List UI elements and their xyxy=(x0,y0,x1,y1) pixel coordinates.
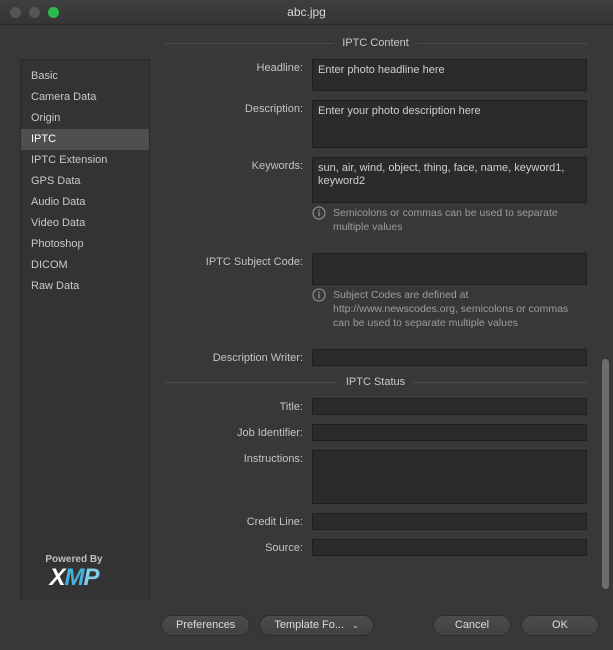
section-iptc-content-header: IPTC Content xyxy=(164,37,587,49)
sidebar-item-audio-data[interactable]: Audio Data xyxy=(21,192,149,213)
row-title: Title: xyxy=(164,398,587,415)
dialog-footer: Preferences Template Fo... ⌄ Cancel OK xyxy=(0,600,613,650)
source-input[interactable] xyxy=(312,539,587,556)
headline-input[interactable] xyxy=(312,59,587,91)
sidebar-item-raw-data[interactable]: Raw Data xyxy=(21,276,149,297)
subject-code-hint: Subject Codes are defined at http://www.… xyxy=(312,288,587,330)
headline-label: Headline: xyxy=(256,62,303,74)
subject-code-label: IPTC Subject Code: xyxy=(205,256,303,268)
sidebar-items: Basic Camera Data Origin IPTC IPTC Exten… xyxy=(21,60,149,297)
description-writer-input[interactable] xyxy=(312,349,587,366)
sidebar-item-dicom[interactable]: DICOM xyxy=(21,255,149,276)
credit-line-label: Credit Line: xyxy=(246,516,303,528)
row-headline: Headline: xyxy=(164,59,587,91)
sidebar-item-video-data[interactable]: Video Data xyxy=(21,213,149,234)
section-iptc-content: IPTC Content Headline: Description: xyxy=(164,37,587,366)
xmp-logo-m: M xyxy=(64,564,85,591)
keywords-hint: Semicolons or commas can be used to sepa… xyxy=(312,206,587,234)
chevron-down-icon: ⌄ xyxy=(352,620,359,630)
job-identifier-input[interactable] xyxy=(312,424,587,441)
keywords-hint-text: Semicolons or commas can be used to sepa… xyxy=(333,207,558,233)
row-job-identifier: Job Identifier: xyxy=(164,424,587,441)
section-iptc-status-title: IPTC Status xyxy=(345,376,406,388)
info-icon xyxy=(312,288,326,302)
ok-button[interactable]: OK xyxy=(521,614,599,636)
instructions-label: Instructions: xyxy=(243,453,303,465)
keywords-label: Keywords: xyxy=(251,160,303,172)
cancel-button[interactable]: Cancel xyxy=(433,614,511,636)
row-description-writer: Description Writer: xyxy=(164,349,587,366)
sidebar-item-basic[interactable]: Basic xyxy=(21,66,149,87)
template-folder-label: Template Fo... xyxy=(274,618,345,631)
subject-code-input[interactable] xyxy=(312,253,587,285)
title-input[interactable] xyxy=(312,398,587,415)
info-icon xyxy=(312,206,326,220)
divider-right xyxy=(416,42,587,44)
section-iptc-status-header: IPTC Status xyxy=(164,376,587,388)
sidebar-item-gps-data[interactable]: GPS Data xyxy=(21,171,149,192)
section-iptc-status: IPTC Status Title: Job Identifier: Instr… xyxy=(164,376,587,556)
vertical-scrollbar[interactable] xyxy=(602,59,609,599)
window-title: abc.jpg xyxy=(287,5,326,19)
panel-list-sidebar: Basic Camera Data Origin IPTC IPTC Exten… xyxy=(20,59,150,600)
titlebar: abc.jpg xyxy=(0,0,613,25)
divider-left xyxy=(164,381,338,383)
divider-right xyxy=(413,381,587,383)
vertical-scrollbar-thumb[interactable] xyxy=(602,359,609,589)
preferences-button[interactable]: Preferences xyxy=(161,614,251,636)
xmp-logo: XMP xyxy=(14,566,134,590)
subject-code-hint-text: Subject Codes are defined at http://www.… xyxy=(333,289,569,329)
row-instructions: Instructions: xyxy=(164,450,587,504)
template-folder-button[interactable]: Template Fo... ⌄ xyxy=(259,614,374,636)
row-subject-code: IPTC Subject Code: Subject Codes are def… xyxy=(164,253,587,330)
keywords-input[interactable] xyxy=(312,157,587,203)
description-input[interactable] xyxy=(312,100,587,148)
source-label: Source: xyxy=(265,542,303,554)
sidebar-item-origin[interactable]: Origin xyxy=(21,108,149,129)
xmp-logo-x: X xyxy=(49,564,65,591)
sidebar-item-iptc-extension[interactable]: IPTC Extension xyxy=(21,150,149,171)
row-keywords: Keywords: Semicolons or comm xyxy=(164,157,587,234)
credit-line-input[interactable] xyxy=(312,513,587,530)
description-writer-label: Description Writer: xyxy=(212,352,303,364)
sidebar-item-photoshop[interactable]: Photoshop xyxy=(21,234,149,255)
divider-left xyxy=(164,42,335,44)
metadata-dialog: abc.jpg Basic Camera Data Origin IPTC IP… xyxy=(0,0,613,650)
job-identifier-label: Job Identifier: xyxy=(236,427,303,439)
xmp-logo-p: P xyxy=(83,564,100,591)
row-credit-line: Credit Line: xyxy=(164,513,587,530)
sidebar-item-camera-data[interactable]: Camera Data xyxy=(21,87,149,108)
sidebar-item-iptc[interactable]: IPTC xyxy=(21,129,149,150)
row-source: Source: xyxy=(164,539,587,556)
dialog-body: Basic Camera Data Origin IPTC IPTC Exten… xyxy=(0,25,613,600)
title-label: Title: xyxy=(279,401,303,413)
description-label: Description: xyxy=(244,103,303,115)
row-description: Description: xyxy=(164,100,587,148)
section-iptc-content-title: IPTC Content xyxy=(342,37,409,49)
instructions-input[interactable] xyxy=(312,450,587,504)
xmp-branding: Powered By XMP xyxy=(14,554,134,590)
iptc-panel: IPTC Content Headline: Description: xyxy=(164,33,587,600)
